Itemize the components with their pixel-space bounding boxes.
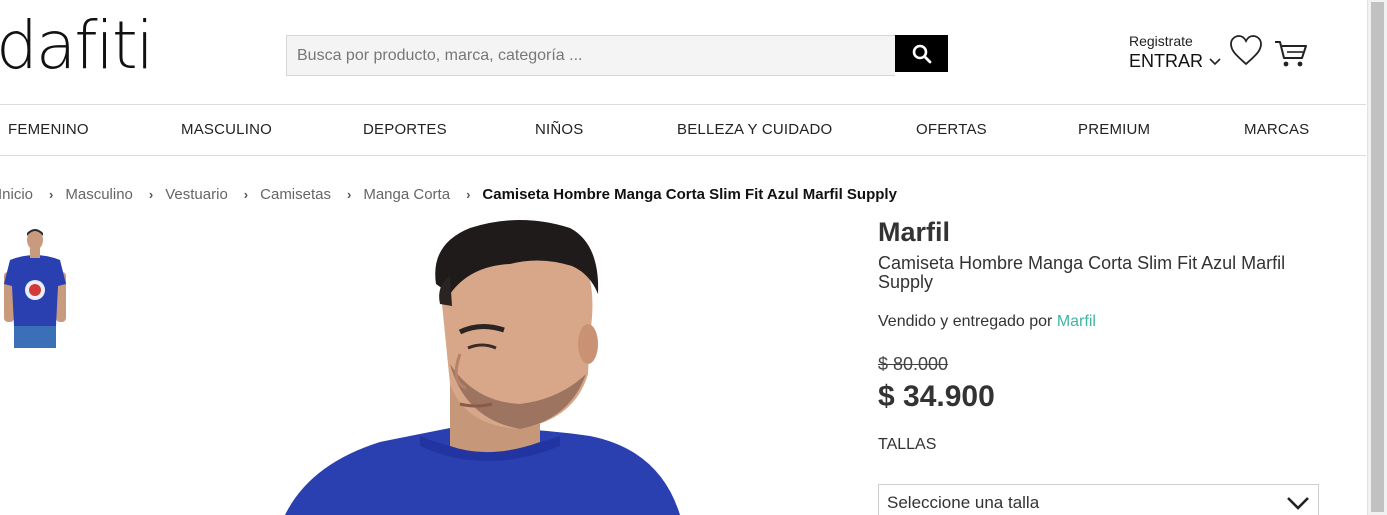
nav-item-marcas[interactable]: MARCAS bbox=[1244, 105, 1309, 155]
search-input[interactable] bbox=[286, 35, 895, 76]
login-label: ENTRAR bbox=[1129, 51, 1204, 71]
heart-icon[interactable] bbox=[1229, 34, 1263, 68]
breadcrumb-separator-icon: › bbox=[347, 187, 352, 202]
breadcrumb-separator-icon: › bbox=[466, 187, 471, 202]
product-photo bbox=[120, 214, 840, 515]
chevron-down-icon bbox=[1287, 497, 1309, 510]
breadcrumb: Inicio › Masculino › Vestuario › Camiset… bbox=[0, 186, 897, 203]
breadcrumb-item[interactable]: Manga Corta bbox=[363, 186, 450, 203]
scrollbar-thumb[interactable] bbox=[1371, 2, 1384, 512]
nav-item-ofertas[interactable]: OFERTAS bbox=[916, 105, 987, 155]
breadcrumb-item[interactable]: Masculino bbox=[65, 186, 133, 203]
account-menu[interactable]: Registrate ENTRAR bbox=[1129, 33, 1221, 72]
seller-prefix: Vendido y entregado por bbox=[878, 313, 1053, 330]
search-bar bbox=[286, 35, 948, 76]
thumbnail-image bbox=[0, 226, 70, 348]
breadcrumb-current: Camiseta Hombre Manga Corta Slim Fit Azu… bbox=[482, 186, 897, 203]
breadcrumb-separator-icon: › bbox=[148, 187, 154, 202]
seller-info: Vendido y entregado por Marfil bbox=[878, 313, 1096, 331]
chevron-down-icon bbox=[1209, 57, 1221, 65]
nav-item-deportes[interactable]: DEPORTES bbox=[363, 105, 447, 155]
search-icon bbox=[912, 44, 931, 63]
size-select[interactable]: Seleccione una talla bbox=[878, 484, 1319, 515]
breadcrumb-item[interactable]: Vestuario bbox=[165, 186, 228, 203]
login-dropdown[interactable]: ENTRAR bbox=[1129, 51, 1221, 72]
sale-price: $ 34.900 bbox=[878, 380, 995, 413]
main-nav: FEMENINO MASCULINO DEPORTES NIÑOS BELLEZ… bbox=[0, 104, 1366, 156]
size-select-value: Seleccione una talla bbox=[887, 493, 1040, 512]
breadcrumb-item[interactable]: Inicio bbox=[0, 186, 33, 203]
breadcrumb-item[interactable]: Camisetas bbox=[260, 186, 331, 203]
register-link[interactable]: Registrate bbox=[1129, 33, 1221, 49]
search-button[interactable] bbox=[895, 35, 948, 72]
product-title: Camiseta Hombre Manga Corta Slim Fit Azu… bbox=[878, 253, 1286, 292]
nav-item-masculino[interactable]: MASCULINO bbox=[181, 105, 272, 155]
cart-icon[interactable] bbox=[1273, 38, 1309, 70]
scrollbar[interactable] bbox=[1367, 0, 1387, 515]
nav-item-ninos[interactable]: NIÑOS bbox=[535, 105, 584, 155]
original-price: $ 80.000 bbox=[878, 354, 949, 374]
seller-link[interactable]: Marfil bbox=[1057, 313, 1096, 330]
product-main-image[interactable] bbox=[120, 214, 840, 515]
nav-item-belleza[interactable]: BELLEZA Y CUIDADO bbox=[677, 105, 832, 155]
product-thumbnail[interactable] bbox=[0, 226, 70, 348]
product-brand[interactable]: Marfil bbox=[878, 217, 950, 248]
breadcrumb-separator-icon: › bbox=[243, 187, 249, 202]
logo[interactable]: dafiti bbox=[0, 8, 154, 84]
sizes-label: TALLAS bbox=[878, 436, 937, 453]
nav-item-premium[interactable]: PREMIUM bbox=[1078, 105, 1150, 155]
breadcrumb-separator-icon: › bbox=[49, 187, 54, 202]
nav-item-femenino[interactable]: FEMENINO bbox=[8, 105, 89, 155]
